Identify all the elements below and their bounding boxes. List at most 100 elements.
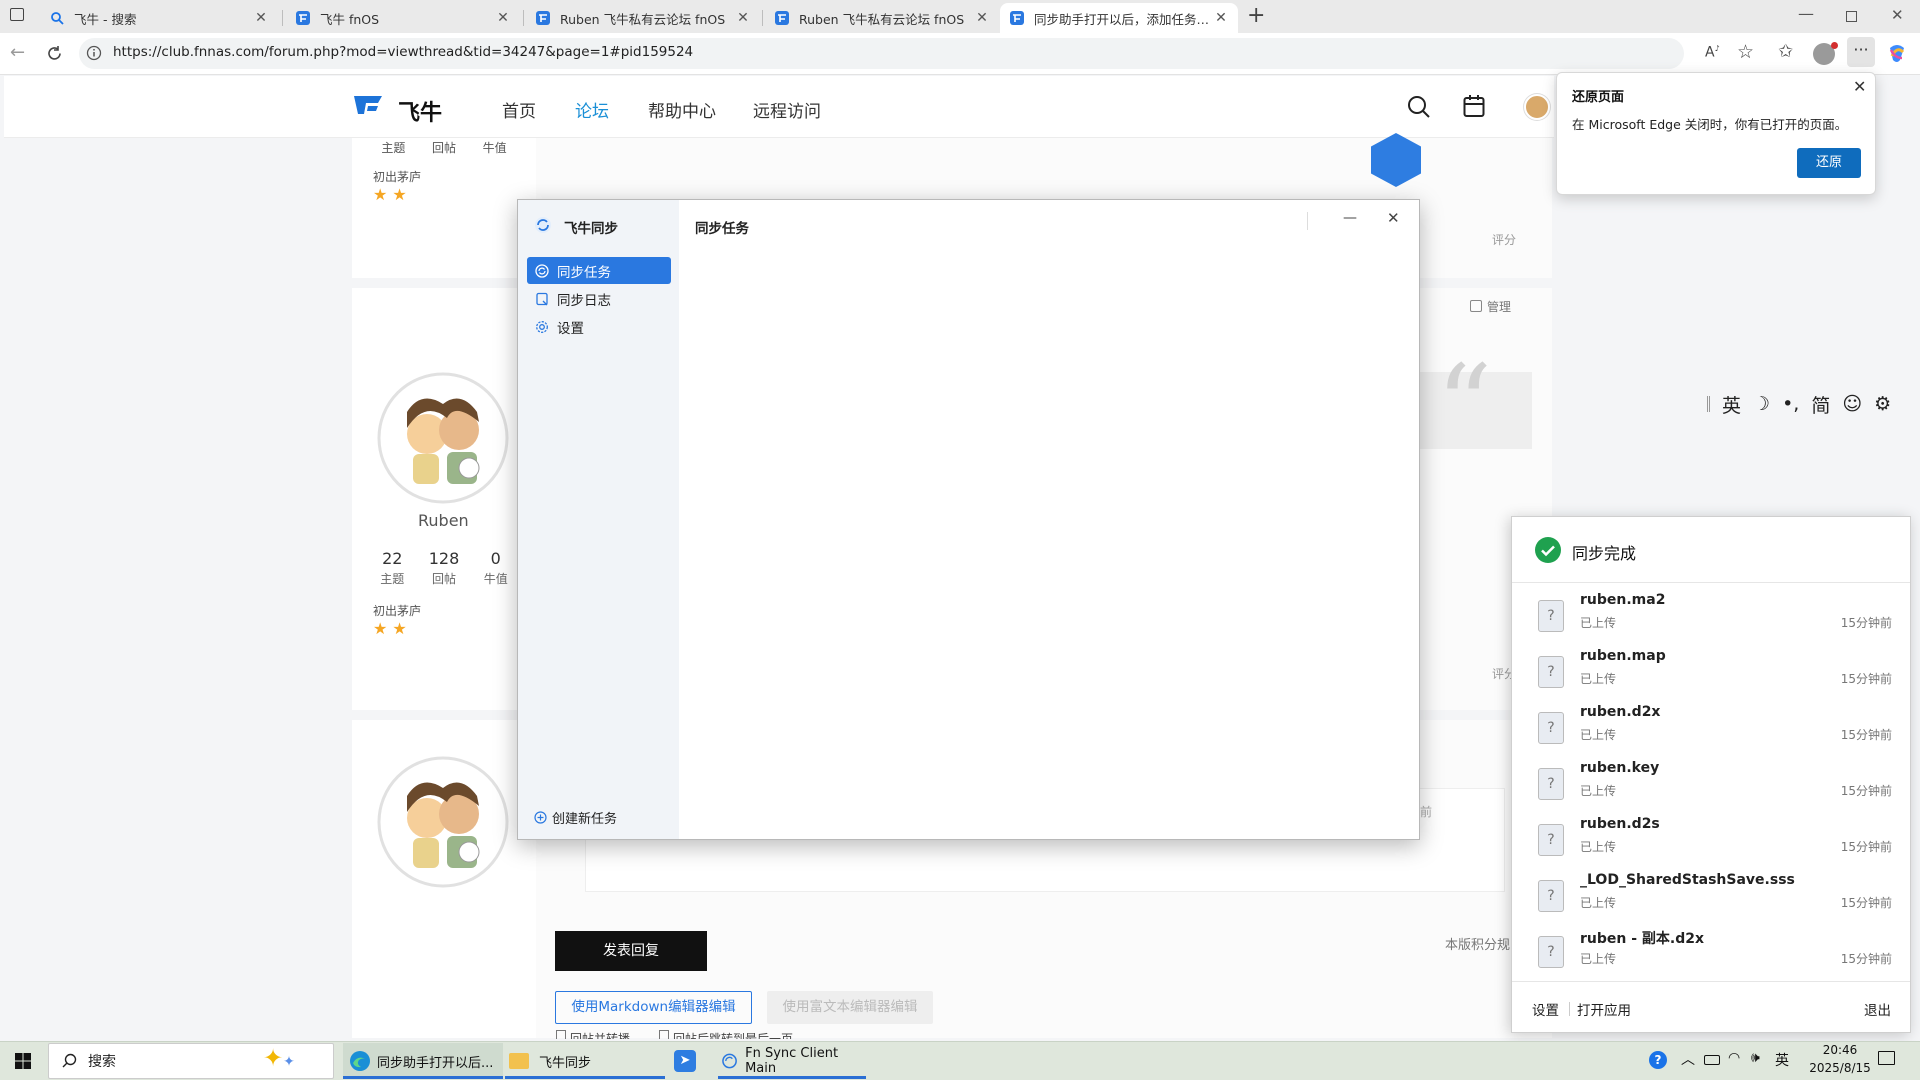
- volume-icon[interactable]: 🕪: [1751, 1050, 1760, 1066]
- input-language-indicator[interactable]: 英: [1775, 1050, 1789, 1070]
- ime-simplified-toggle[interactable]: 简: [1811, 391, 1830, 418]
- sync-app-title: 飞牛同步: [564, 221, 618, 237]
- help-icon[interactable]: ?: [1649, 1051, 1667, 1069]
- restore-window-icon[interactable]: [1846, 11, 1857, 22]
- battery-icon[interactable]: [1704, 1055, 1720, 1065]
- stat-value[interactable]: 128: [429, 549, 460, 568]
- sync-app-icon: ➤: [674, 1050, 696, 1072]
- taskbar-app-sync-pinned[interactable]: ➤: [670, 1043, 700, 1079]
- site-info-icon[interactable]: [86, 45, 102, 61]
- site-logo-text[interactable]: 飞牛: [398, 95, 442, 127]
- taskbar-app-label: 飞牛同步: [539, 1055, 592, 1071]
- copilot-icon[interactable]: [1886, 42, 1908, 64]
- menu-settings[interactable]: 设置: [527, 313, 671, 340]
- unknown-file-icon: ?: [1538, 824, 1564, 856]
- close-icon[interactable]: ✕: [1387, 209, 1400, 227]
- stat-label: 主题: [381, 141, 406, 155]
- close-window-icon[interactable]: ✕: [1891, 6, 1904, 24]
- stat-value[interactable]: 0: [484, 549, 508, 568]
- close-tab-icon[interactable]: ✕: [254, 10, 268, 26]
- user-avatar-large[interactable]: [377, 372, 509, 504]
- search-icon[interactable]: [1407, 95, 1431, 119]
- nav-remote-access[interactable]: 远程访问: [753, 97, 821, 122]
- toast-settings-link[interactable]: 设置: [1532, 999, 1559, 1019]
- reply-and-bump-option[interactable]: 回帖并转播: [556, 1030, 630, 1039]
- sync-app-sidebar: 飞牛同步 同步任务 同步日志 设置 创建新任务: [518, 200, 679, 839]
- ime-toolbar: 英 ☽ •, 简 ☺ ⚙: [1707, 389, 1917, 419]
- clock-time[interactable]: 20:46: [1810, 1043, 1870, 1057]
- rate-label[interactable]: 评分: [1492, 231, 1516, 248]
- sparkle-icon: ✦✦: [263, 1044, 295, 1072]
- author-name[interactable]: Ruben: [418, 511, 469, 530]
- more-menu-icon[interactable]: ···: [1847, 37, 1875, 67]
- close-tab-icon[interactable]: ✕: [1214, 10, 1228, 26]
- user-avatar-large[interactable]: [377, 756, 509, 888]
- toast-open-app-link[interactable]: 打开应用: [1577, 999, 1631, 1019]
- synced-file-row[interactable]: ? ruben.ma2 已上传 15分钟前: [1512, 590, 1910, 646]
- menu-label: 同步任务: [557, 264, 611, 281]
- synced-file-row[interactable]: ? ruben.d2x 已上传 15分钟前: [1512, 702, 1910, 758]
- toast-quit-link[interactable]: 退出: [1864, 999, 1891, 1019]
- favorites-icon[interactable]: ✩: [1778, 41, 1793, 62]
- tab-actions-icon[interactable]: [10, 8, 24, 21]
- create-task-button[interactable]: 创建新任务: [534, 808, 617, 827]
- gear-icon[interactable]: ⚙: [1874, 393, 1891, 415]
- rank-stars: ★ ★: [373, 185, 407, 204]
- markdown-editor-button[interactable]: 使用Markdown编辑器编辑: [555, 991, 752, 1024]
- jump-last-option[interactable]: 回帖后跳转到最后一页: [659, 1030, 793, 1039]
- close-tab-icon[interactable]: ✕: [736, 10, 750, 26]
- emoji-icon[interactable]: ☺: [1842, 393, 1862, 415]
- fnos-logo-icon[interactable]: [352, 92, 388, 118]
- windows-start-icon[interactable]: [15, 1053, 31, 1069]
- browser-tab-active[interactable]: 同步助手打开以后，添加任务程序 ✕: [1000, 3, 1238, 33]
- nav-forum[interactable]: 论坛: [575, 97, 609, 122]
- browser-tab[interactable]: 飞牛 - 搜索 ✕: [40, 3, 278, 33]
- synced-file-row[interactable]: ? ruben.d2s 已上传 15分钟前: [1512, 814, 1910, 870]
- close-tab-icon[interactable]: ✕: [975, 10, 989, 26]
- synced-file-row[interactable]: ? ruben.key 已上传 15分钟前: [1512, 758, 1910, 814]
- synced-file-row[interactable]: ? ruben - 副本.d2x 已上传 15分钟前: [1512, 926, 1910, 982]
- manage-checkbox[interactable]: [1470, 300, 1482, 312]
- punctuation-icon[interactable]: •,: [1782, 393, 1799, 415]
- rules-link[interactable]: 本版积分规: [1445, 934, 1510, 953]
- minimize-window-icon[interactable]: —: [1798, 4, 1814, 23]
- ime-grip[interactable]: [1707, 396, 1710, 412]
- taskbar-app-label: Fn Sync Client Main: [745, 1046, 839, 1076]
- taskbar-app-edge[interactable]: 同步助手打开以后...: [343, 1043, 503, 1079]
- synced-file-row[interactable]: ? ruben.map 已上传 15分钟前: [1512, 646, 1910, 702]
- browser-tab[interactable]: 飞牛 fnOS ✕: [286, 3, 520, 33]
- notification-center-icon[interactable]: [1878, 1051, 1895, 1065]
- back-icon[interactable]: ←: [10, 42, 25, 63]
- ime-lang-toggle[interactable]: 英: [1722, 391, 1741, 418]
- read-aloud-icon[interactable]: A♪: [1705, 44, 1720, 61]
- richtext-editor-button[interactable]: 使用富文本编辑器编辑: [767, 991, 933, 1024]
- tab-title: 同步助手打开以后，添加任务程序: [1034, 11, 1214, 27]
- wifi-icon[interactable]: ◠: [1728, 1050, 1740, 1066]
- close-tab-icon[interactable]: ✕: [496, 10, 510, 26]
- calendar-icon[interactable]: [1463, 94, 1485, 118]
- browser-tab[interactable]: Ruben 飞牛私有云论坛 fnOS ✕: [765, 3, 999, 33]
- file-status: 已上传: [1580, 672, 1617, 686]
- menu-sync-log[interactable]: 同步日志: [527, 285, 671, 312]
- refresh-icon[interactable]: [46, 45, 63, 62]
- menu-label: 同步日志: [557, 292, 611, 309]
- new-tab-icon[interactable]: +: [1247, 3, 1265, 28]
- favorite-star-icon[interactable]: ☆: [1737, 41, 1754, 63]
- restore-button[interactable]: 还原: [1797, 148, 1861, 178]
- synced-file-row[interactable]: ? _LOD_SharedStashSave.sss 已上传 15分钟前: [1512, 870, 1910, 926]
- stat-value[interactable]: 22: [380, 549, 404, 568]
- taskbar-app-fn-sync-client[interactable]: Fn Sync Client Main: [718, 1043, 866, 1079]
- taskbar-app-folder[interactable]: 飞牛同步: [505, 1043, 665, 1079]
- menu-sync-tasks[interactable]: 同步任务: [527, 257, 671, 284]
- user-avatar[interactable]: [1524, 94, 1550, 120]
- nav-help-center[interactable]: 帮助中心: [648, 97, 716, 122]
- moon-icon[interactable]: ☽: [1753, 393, 1770, 415]
- browser-tab[interactable]: Ruben 飞牛私有云论坛 fnOS ✕: [526, 3, 760, 33]
- minimize-icon[interactable]: —: [1343, 210, 1357, 226]
- nav-home[interactable]: 首页: [502, 97, 536, 122]
- tray-overflow-icon[interactable]: ︿: [1681, 1049, 1695, 1069]
- reply-submit-button[interactable]: 发表回复: [555, 931, 707, 971]
- file-name: ruben.key: [1580, 760, 1660, 776]
- close-icon[interactable]: ✕: [1853, 77, 1866, 96]
- clock-date[interactable]: 2025/8/15: [1806, 1061, 1874, 1075]
